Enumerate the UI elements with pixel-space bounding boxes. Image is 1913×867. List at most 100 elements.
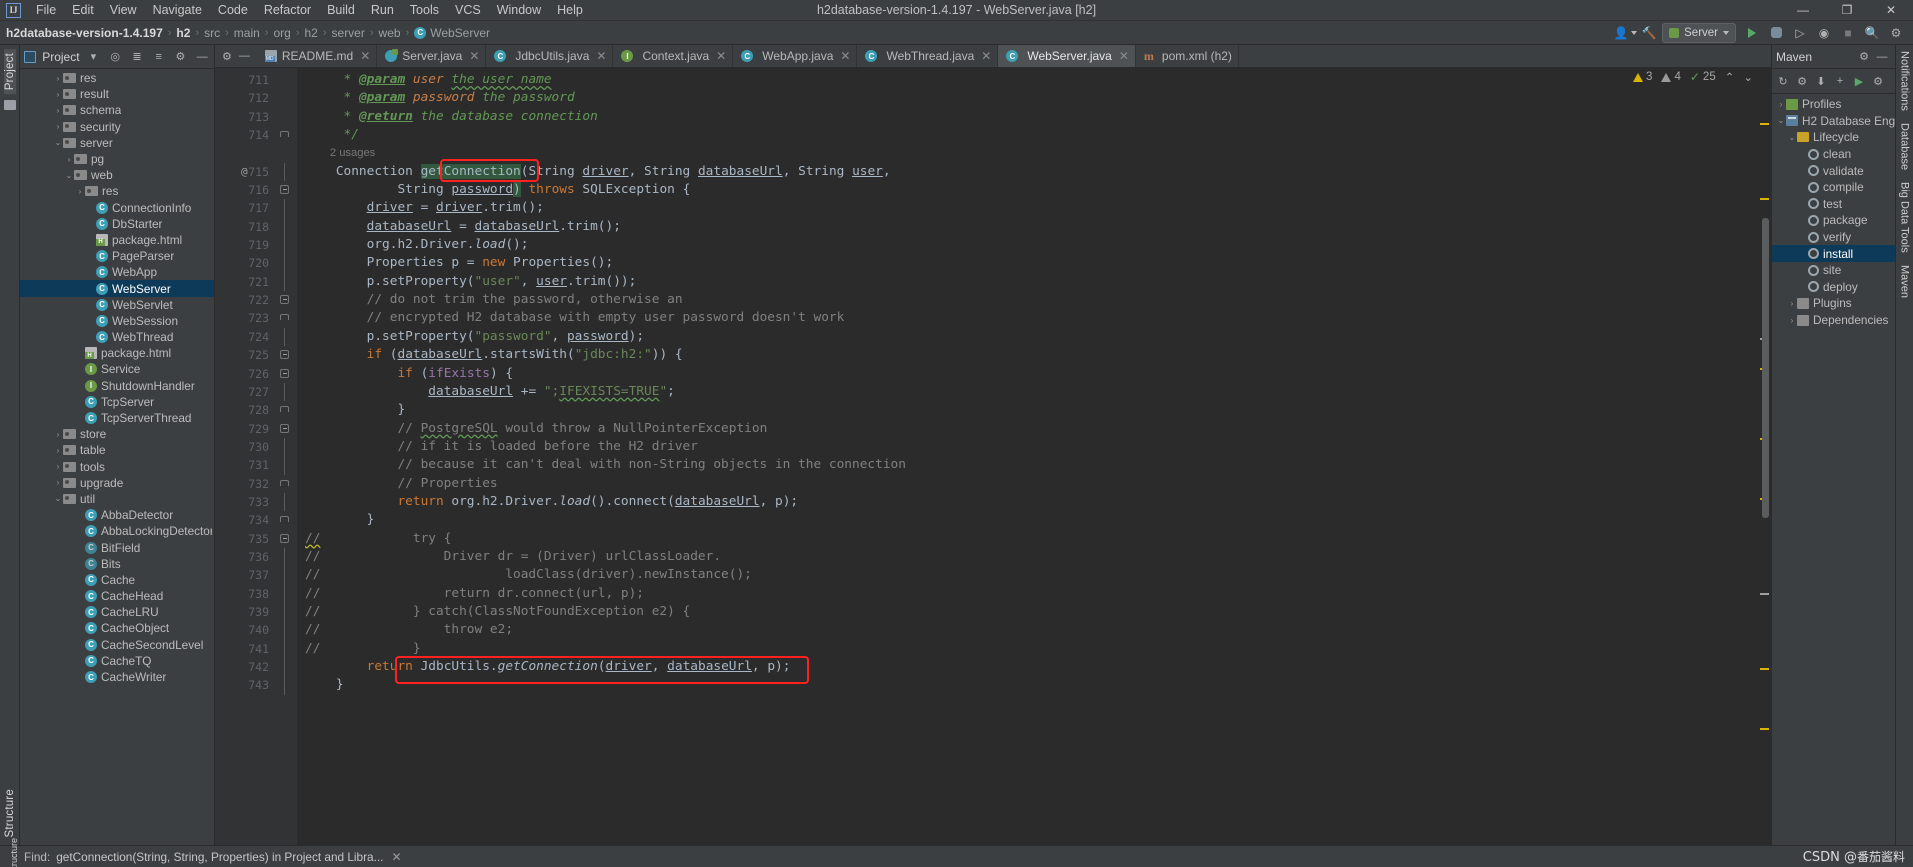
fold-marker[interactable] [275, 327, 297, 347]
run-maven-goal-icon[interactable]: ▶ [1850, 72, 1868, 91]
tree-item[interactable]: C Bits [20, 556, 214, 572]
editor-tab[interactable]: C WebApp.java ✕ [733, 45, 858, 67]
tree-item[interactable]: C CacheObject [20, 620, 214, 636]
code-line[interactable]: // Properties [297, 475, 1757, 493]
code-line[interactable]: } [297, 676, 1757, 694]
reload-icon[interactable]: ↻ [1774, 72, 1792, 91]
fold-marker[interactable] [275, 217, 297, 237]
tree-item[interactable]: › pg [20, 151, 214, 167]
tree-item[interactable]: ⌄ util [20, 491, 214, 507]
tree-item[interactable]: C ConnectionInfo [20, 200, 214, 216]
collapse-fold-icon[interactable] [280, 350, 289, 360]
tool-window-project[interactable]: Project [3, 49, 16, 95]
fold-marker[interactable] [275, 639, 297, 658]
code-line[interactable]: p.setProperty("user", user.trim()); [297, 273, 1757, 291]
code-line[interactable]: * @return the database connection [297, 108, 1757, 126]
maven-tree-item[interactable]: › Profiles [1772, 96, 1895, 113]
menu-help[interactable]: Help [549, 1, 591, 19]
tree-item[interactable]: C WebServlet [20, 297, 214, 313]
code-line[interactable]: // Driver dr = (Driver) urlClassLoader. [297, 548, 1757, 566]
collapse-fold-icon[interactable] [280, 185, 289, 195]
stop-icon[interactable]: ■ [1837, 23, 1859, 43]
analysis-scrollbar[interactable] [1757, 68, 1771, 845]
chevron-right-icon[interactable]: › [64, 155, 74, 164]
code-line[interactable]: // loadClass(driver).newInstance(); [297, 566, 1757, 584]
breadcrumb-item-webserver[interactable]: C WebServer [414, 26, 490, 40]
tree-item[interactable]: package.html [20, 345, 214, 361]
fold-marker[interactable] [275, 181, 297, 199]
fold-marker[interactable] [275, 492, 297, 512]
chevron-right-icon[interactable]: › [53, 478, 63, 487]
tree-item[interactable]: C WebThread [20, 329, 214, 345]
tree-item[interactable]: C Cache [20, 572, 214, 588]
run-configuration-selector[interactable]: Server [1662, 22, 1736, 43]
maven-tree-item[interactable]: install [1772, 245, 1895, 262]
chevron-down-icon[interactable]: ⌄ [1787, 133, 1797, 142]
code-line[interactable]: if (ifExists) { [297, 365, 1757, 383]
tool-window-maven[interactable]: Maven [1899, 265, 1911, 298]
chevron-down-icon[interactable]: ⌄ [53, 494, 63, 503]
tree-item[interactable]: › store [20, 426, 214, 442]
settings-icon[interactable]: ⚙ [1885, 23, 1907, 43]
tree-item[interactable]: C AbbaLockingDetector [20, 523, 214, 539]
chevron-right-icon[interactable]: › [53, 106, 63, 115]
project-tree[interactable]: › res › result › schema › security ⌄ server › pg ⌄ we… [20, 69, 214, 845]
chevron-down-icon[interactable]: ▾ [86, 48, 102, 66]
close-icon[interactable]: ✕ [391, 850, 401, 864]
fold-end-icon[interactable] [280, 516, 289, 523]
menu-window[interactable]: Window [489, 1, 549, 19]
tree-item[interactable]: C PageParser [20, 248, 214, 264]
tree-item[interactable]: C CacheTQ [20, 653, 214, 669]
fold-marker[interactable] [275, 126, 297, 144]
chevron-right-icon[interactable]: › [1776, 100, 1786, 109]
tree-item[interactable]: › res [20, 70, 214, 86]
tree-item[interactable]: package.html [20, 232, 214, 248]
breadcrumb-item-org[interactable]: org [273, 26, 290, 40]
tree-item[interactable]: C DbStarter [20, 216, 214, 232]
next-highlight-icon[interactable]: ⌄ [1743, 70, 1753, 84]
hide-panel-icon[interactable]: — [1873, 47, 1891, 66]
code-line[interactable]: // if it is loaded before the H2 driver [297, 438, 1757, 456]
fold-marker[interactable] [275, 584, 297, 603]
close-tab-icon[interactable]: ✕ [360, 49, 370, 63]
tree-item[interactable]: C AbbaDetector [20, 507, 214, 523]
fold-marker[interactable] [275, 602, 297, 622]
breadcrumb-item-h2database-version-1-4-197[interactable]: h2database-version-1.4.197 [6, 26, 163, 40]
editor-tab[interactable]: C JdbcUtils.java ✕ [486, 45, 614, 67]
code-line[interactable]: // try { [297, 530, 1757, 548]
tree-item[interactable]: C CacheSecondLevel [20, 637, 214, 653]
editor-tab[interactable]: m pom.xml (h2) [1136, 45, 1239, 67]
code-line[interactable]: String password) throws SQLException { [297, 181, 1757, 199]
menu-vcs[interactable]: VCS [447, 1, 489, 19]
fold-end-icon[interactable] [280, 131, 289, 138]
code-line[interactable]: 2 usages [297, 144, 1757, 162]
minimize-button[interactable]: — [1781, 0, 1825, 21]
maven-tree-item[interactable]: validate [1772, 162, 1895, 179]
chevron-right-icon[interactable]: › [53, 446, 63, 455]
fold-marker[interactable] [275, 309, 297, 327]
tool-window-structure[interactable]: Structure [4, 785, 16, 841]
fold-marker[interactable] [275, 566, 297, 585]
code-line[interactable]: return JdbcUtils.getConnection(driver, d… [297, 658, 1757, 676]
tree-item[interactable]: C CacheLRU [20, 604, 214, 620]
breadcrumb-item-web[interactable]: web [379, 26, 401, 40]
build-icon[interactable]: 🔨 [1638, 23, 1660, 43]
tree-item[interactable]: C CacheHead [20, 588, 214, 604]
inspection-marker[interactable] [1760, 123, 1769, 125]
inspection-marker[interactable] [1760, 668, 1769, 670]
tree-item[interactable]: › security [20, 119, 214, 135]
chevron-right-icon[interactable]: › [53, 462, 63, 471]
code-area[interactable]: * @param user the user name * @param pas… [297, 68, 1757, 845]
code-line[interactable]: } [297, 511, 1757, 529]
maven-tree-item[interactable]: compile [1772, 179, 1895, 196]
breadcrumb-item-h2[interactable]: h2 [176, 26, 190, 40]
maven-tree-item[interactable]: verify [1772, 229, 1895, 246]
fold-marker[interactable] [275, 456, 297, 475]
code-line[interactable]: // do not trim the password, otherwise a… [297, 291, 1757, 309]
fold-marker[interactable] [275, 475, 297, 493]
chevron-right-icon[interactable]: › [1787, 316, 1797, 325]
tool-window-big-data-tools[interactable]: Big Data Tools [1899, 182, 1911, 253]
tree-item[interactable]: C TcpServer [20, 394, 214, 410]
fold-marker[interactable] [275, 511, 297, 529]
tree-item[interactable]: › result [20, 86, 214, 102]
